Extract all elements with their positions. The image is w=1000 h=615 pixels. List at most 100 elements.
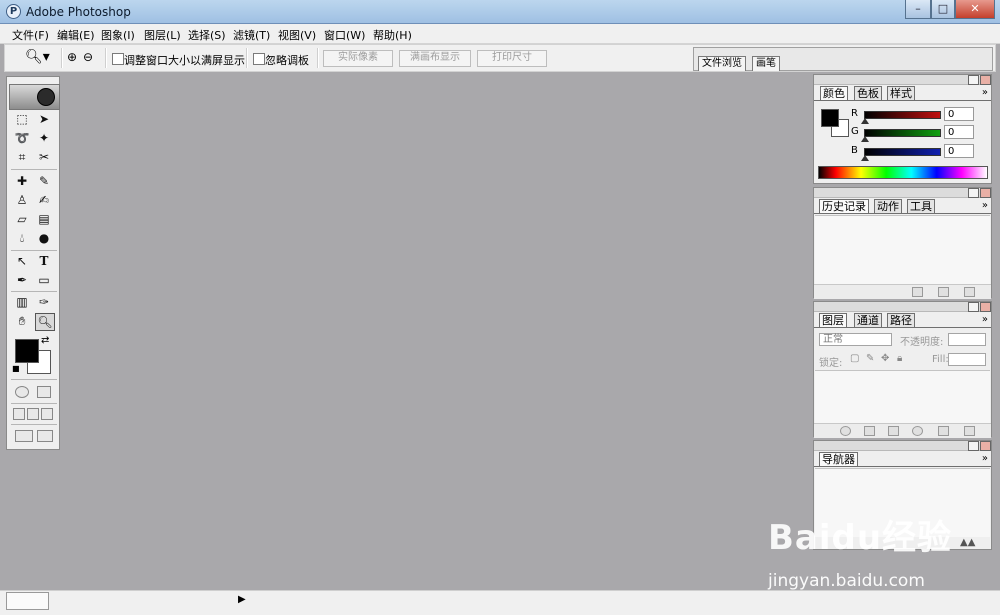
menu-image[interactable]: 图象(I) xyxy=(101,27,135,43)
lock-all-icon[interactable]: 🔒︎ xyxy=(897,353,902,364)
adobe-online-logo[interactable] xyxy=(9,84,60,110)
channel-r-value[interactable]: 0 xyxy=(944,107,974,121)
color-fg-swatch[interactable] xyxy=(821,109,839,127)
menu-file[interactable]: 文件(F) xyxy=(12,27,49,43)
canvas-workspace[interactable] xyxy=(62,73,811,590)
layers-list[interactable] xyxy=(815,370,990,423)
clone-stamp-tool-icon[interactable]: ♙ xyxy=(13,192,31,208)
dodge-tool-icon[interactable]: ● xyxy=(35,230,53,246)
channel-b-knob[interactable] xyxy=(861,155,869,161)
palette-close-button[interactable] xyxy=(980,441,991,451)
magic-wand-tool-icon[interactable]: ✦ xyxy=(35,130,53,146)
ignore-palettes-checkbox[interactable] xyxy=(253,53,265,65)
edit-in-imageready-icon[interactable] xyxy=(37,430,53,442)
palette-minimize-button[interactable] xyxy=(968,302,979,312)
menu-edit[interactable]: 编辑(E) xyxy=(57,27,95,43)
palette-header[interactable] xyxy=(814,188,991,198)
history-brush-tool-icon[interactable]: ✍ xyxy=(35,192,53,208)
tab-styles[interactable]: 样式 xyxy=(887,86,915,101)
eyedropper-tool-icon[interactable]: ✑ xyxy=(35,294,53,310)
zoom-out-icon[interactable]: ⊖ xyxy=(83,50,93,64)
path-selection-tool-icon[interactable]: ↖ xyxy=(13,253,31,269)
tab-navigator[interactable]: 导航器 xyxy=(819,452,858,467)
channel-r-slider[interactable] xyxy=(864,111,941,119)
tab-history[interactable]: 历史记录 xyxy=(819,199,869,214)
resize-windows-checkbox[interactable] xyxy=(112,53,124,65)
screen-mode-standard-icon[interactable] xyxy=(13,408,25,420)
brushes-tab[interactable]: 画笔 xyxy=(752,56,780,71)
swap-colors-icon[interactable]: ⇄ xyxy=(41,335,49,346)
status-menu-arrow-icon[interactable]: ▶ xyxy=(238,594,246,605)
hand-tool-icon[interactable]: ✋︎ xyxy=(13,313,31,329)
menu-filter[interactable]: 滤镜(T) xyxy=(233,27,270,43)
history-list[interactable] xyxy=(815,215,990,284)
zoom-in-icon[interactable]: ⊕ xyxy=(67,50,77,64)
lasso-tool-icon[interactable]: ➰ xyxy=(13,130,31,146)
maximize-button[interactable]: □ xyxy=(931,0,955,19)
zoom-mountains-icon[interactable]: ▲▲ xyxy=(960,537,975,548)
delete-layer-icon[interactable] xyxy=(964,426,975,436)
blur-tool-icon[interactable]: 💧︎ xyxy=(13,230,31,246)
marquee-tool-icon[interactable]: ⬚ xyxy=(13,111,31,127)
slice-tool-icon[interactable]: ✂ xyxy=(35,149,53,165)
photoshop-app-icon[interactable]: P xyxy=(6,4,21,19)
menu-window[interactable]: 窗口(W) xyxy=(324,27,365,43)
foreground-color-swatch[interactable] xyxy=(15,339,39,363)
tab-paths[interactable]: 路径 xyxy=(887,313,915,328)
type-tool-icon[interactable]: T xyxy=(35,253,53,269)
zoom-tool-icon[interactable]: 🔍︎ xyxy=(35,313,55,331)
gradient-tool-icon[interactable]: ▤ xyxy=(35,211,53,227)
tab-channels[interactable]: 通道 xyxy=(854,313,882,328)
file-browser-tab[interactable]: 文件浏览 xyxy=(698,56,746,71)
menu-help[interactable]: 帮助(H) xyxy=(373,27,412,43)
screen-mode-full-menu-icon[interactable] xyxy=(27,408,39,420)
lock-position-icon[interactable]: ✥ xyxy=(881,353,889,364)
menu-view[interactable]: 视图(V) xyxy=(278,27,316,43)
tab-layers[interactable]: 图层 xyxy=(819,313,847,328)
screen-mode-full-icon[interactable] xyxy=(41,408,53,420)
print-size-button[interactable]: 打印尺寸 xyxy=(477,50,547,67)
minimize-button[interactable]: – xyxy=(905,0,931,19)
opacity-input[interactable] xyxy=(948,333,986,346)
tab-color[interactable]: 颜色 xyxy=(820,86,848,101)
channel-r-knob[interactable] xyxy=(861,118,869,124)
palette-header[interactable] xyxy=(814,75,991,85)
menu-layer[interactable]: 图层(L) xyxy=(144,27,181,43)
notes-tool-icon[interactable]: ▥ xyxy=(13,294,31,310)
palette-menu-arrow-icon[interactable]: » xyxy=(982,314,988,325)
close-button[interactable]: ✕ xyxy=(955,0,995,19)
lock-transparency-icon[interactable]: ▢ xyxy=(850,353,859,364)
default-colors-icon[interactable]: ■ xyxy=(12,364,20,373)
new-layer-icon[interactable] xyxy=(938,426,949,436)
crop-tool-icon[interactable]: ⌗ xyxy=(13,149,31,165)
zoom-tool-preset-icon[interactable]: 🔍︎▾ xyxy=(25,49,50,65)
layer-style-icon[interactable] xyxy=(840,426,851,436)
palette-header[interactable] xyxy=(814,302,991,312)
eraser-tool-icon[interactable]: ▱ xyxy=(13,211,31,227)
blend-mode-select[interactable]: 正常 xyxy=(819,333,892,346)
channel-b-slider[interactable] xyxy=(864,148,941,156)
color-spectrum-bar[interactable] xyxy=(818,166,988,179)
lock-image-icon[interactable]: ✎ xyxy=(866,353,874,364)
palette-menu-arrow-icon[interactable]: » xyxy=(982,453,988,464)
palette-menu-arrow-icon[interactable]: » xyxy=(982,200,988,211)
quick-mask-mode-icon[interactable] xyxy=(37,386,51,398)
channel-g-value[interactable]: 0 xyxy=(944,125,974,139)
tab-tool-presets[interactable]: 工具 xyxy=(907,199,935,214)
new-document-from-state-icon[interactable] xyxy=(912,287,923,297)
channel-g-knob[interactable] xyxy=(861,136,869,142)
tab-actions[interactable]: 动作 xyxy=(874,199,902,214)
palette-close-button[interactable] xyxy=(980,302,991,312)
pen-tool-icon[interactable]: ✒ xyxy=(13,272,31,288)
palette-close-button[interactable] xyxy=(980,188,991,198)
channel-b-value[interactable]: 0 xyxy=(944,144,974,158)
brush-tool-icon[interactable]: ✎ xyxy=(35,173,53,189)
adjustment-layer-icon[interactable] xyxy=(912,426,923,436)
new-snapshot-icon[interactable] xyxy=(938,287,949,297)
palette-minimize-button[interactable] xyxy=(968,188,979,198)
move-tool-icon[interactable]: ➤ xyxy=(35,111,53,127)
standard-mode-icon[interactable] xyxy=(15,386,29,398)
rectangle-tool-icon[interactable]: ▭ xyxy=(35,272,53,288)
actual-pixels-button[interactable]: 实际像素 xyxy=(323,50,393,67)
palette-minimize-button[interactable] xyxy=(968,75,979,85)
